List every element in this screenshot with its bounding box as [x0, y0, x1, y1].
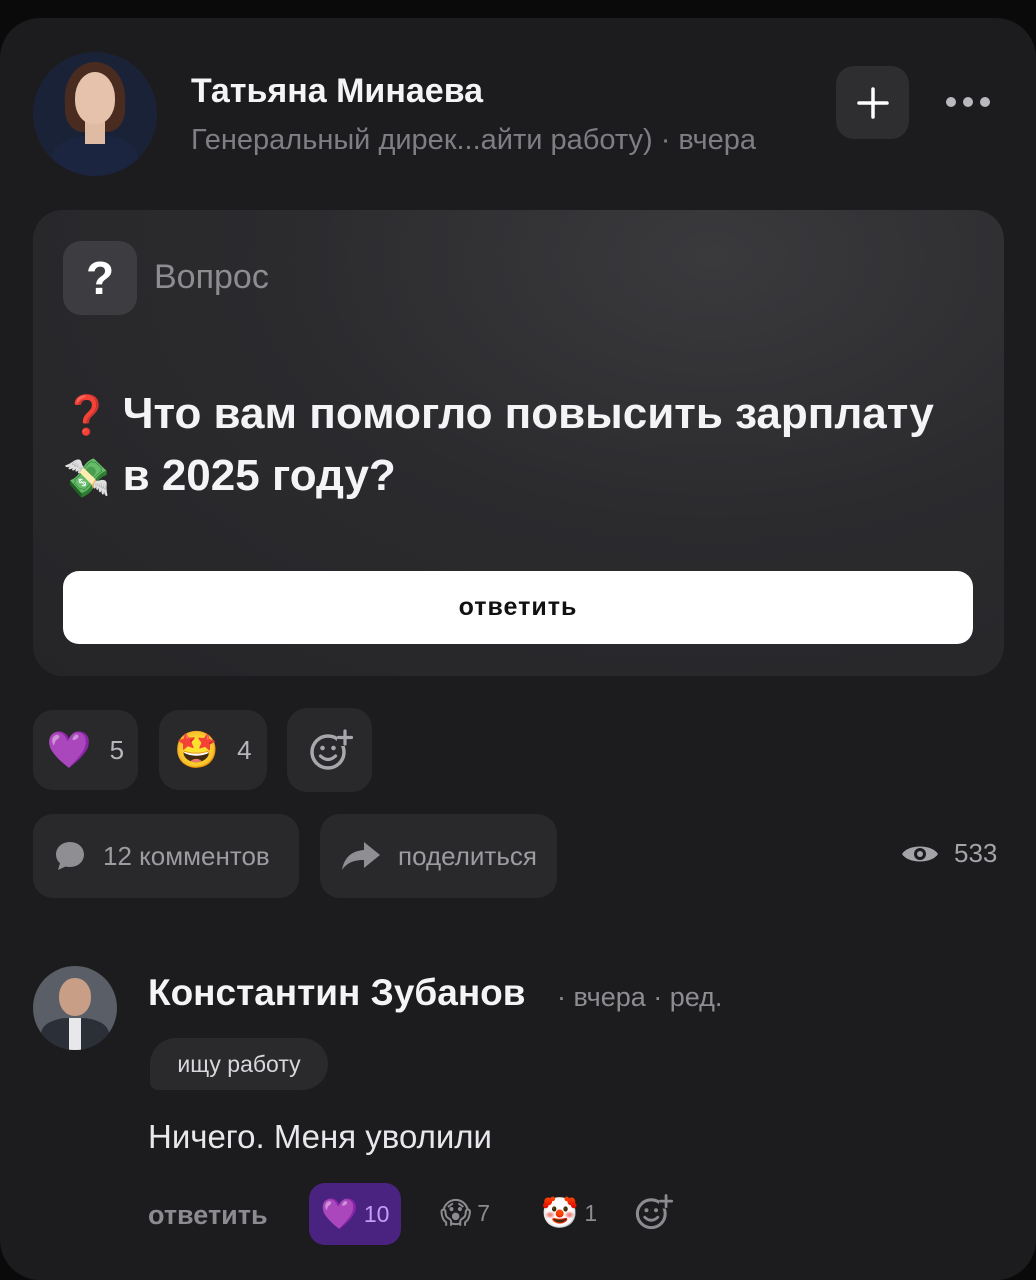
comments-button[interactable]: 12 комментов: [33, 814, 299, 898]
comment-text: Ничего. Меня уволили: [148, 1118, 492, 1155]
purple-heart-icon: 💜: [46, 729, 92, 770]
comment-add-reaction-button[interactable]: [633, 1192, 673, 1232]
more-options-button[interactable]: [940, 80, 996, 124]
scream-face-icon: 😱: [440, 1197, 472, 1230]
plus-icon: [856, 86, 889, 119]
more-dot-icon: [963, 97, 973, 107]
reaction-count: 1: [584, 1200, 598, 1226]
question-mark-icon: ?: [63, 241, 137, 315]
party-face-icon: 🤩: [174, 729, 220, 770]
share-label: поделиться: [398, 840, 537, 871]
reply-button[interactable]: ответить: [148, 1200, 268, 1231]
comments-label: 12 комментов: [103, 840, 270, 871]
comment-reaction-scream[interactable]: 😱 7: [440, 1196, 490, 1231]
post-type-label: Вопрос: [154, 258, 269, 296]
comment-bubble-icon: [56, 842, 84, 870]
question-text: ❓ Что вам помогло повысить зарплату 💸 в …: [63, 384, 963, 509]
commenter-name[interactable]: Константин Зубанов: [148, 972, 526, 1014]
comment-reaction-clown[interactable]: 🤡 1: [541, 1196, 597, 1231]
reaction-count: 5: [109, 734, 125, 765]
answer-button[interactable]: ответить: [63, 571, 973, 644]
question-line-1: Что вам помогло повысить зарплату: [122, 389, 934, 438]
views-counter: 533: [900, 838, 997, 869]
add-emoji-icon: [309, 729, 353, 770]
status-badge: ищу работу: [150, 1038, 328, 1090]
reaction-heart[interactable]: 💜 5: [33, 710, 138, 790]
add-emoji-icon: [635, 1194, 673, 1230]
money-wings-emoji-icon: 💸: [63, 457, 111, 500]
views-count: 533: [954, 838, 998, 868]
question-line-2: в 2025 году?: [122, 451, 396, 501]
more-dot-icon: [980, 97, 990, 107]
share-button[interactable]: поделиться: [320, 814, 557, 898]
reaction-count: 10: [363, 1200, 390, 1227]
comment-reaction-heart[interactable]: 💜 10: [309, 1183, 401, 1245]
author-avatar[interactable]: [33, 52, 157, 176]
reaction-count: 4: [237, 734, 252, 765]
red-question-emoji-icon: ❓: [63, 395, 111, 438]
reaction-party-face[interactable]: 🤩 4: [159, 710, 267, 790]
clown-face-icon: 🤡: [541, 1197, 579, 1230]
commenter-avatar[interactable]: [33, 966, 117, 1050]
eye-icon: [902, 846, 938, 861]
comment-meta: · вчера · ред.: [557, 982, 723, 1012]
add-reaction-button[interactable]: [287, 708, 372, 792]
reaction-count: 7: [477, 1200, 491, 1226]
author-meta: Генеральный дирек...айти работу) · вчера: [191, 124, 757, 156]
purple-heart-icon: 💜: [320, 1197, 358, 1231]
follow-button[interactable]: [836, 66, 909, 139]
share-arrow-icon: [342, 842, 380, 870]
more-dot-icon: [946, 97, 956, 107]
author-name[interactable]: Татьяна Минаева: [191, 72, 483, 111]
